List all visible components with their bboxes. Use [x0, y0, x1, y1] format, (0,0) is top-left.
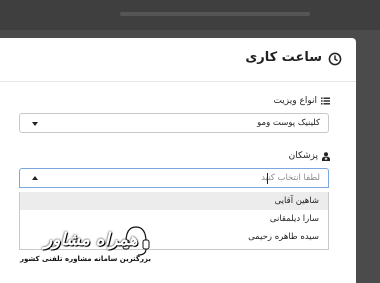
modal-title: ساعت کاری — [245, 50, 322, 65]
doctor-option[interactable]: شاهین آقایی — [20, 192, 328, 210]
visit-type-label-row: انواع ویزیت — [273, 96, 330, 106]
user-doctor-icon — [322, 151, 330, 161]
brand-watermark: همراه مشاور بزرگترین سامانه مشاوره تلفنی… — [20, 218, 160, 268]
background-divider — [120, 12, 310, 16]
brand-tagline: بزرگترین سامانه مشاوره تلفنی کشور — [20, 255, 151, 263]
visit-type-label: انواع ویزیت — [273, 96, 317, 106]
brand-name: همراه مشاور — [44, 230, 138, 250]
clock-icon — [328, 52, 342, 66]
doctors-placeholder: لطفا انتخاب کنید — [261, 173, 320, 183]
modal-header: ساعت کاری — [0, 38, 356, 82]
visit-type-select[interactable]: کلینیک پوست ومو — [19, 113, 329, 133]
doctors-label-row: پزشکان — [289, 151, 330, 161]
background-page-strip — [0, 0, 380, 30]
doctors-label: پزشکان — [288, 151, 318, 161]
list-icon — [321, 97, 330, 105]
caret-down-icon — [32, 122, 38, 126]
text-cursor — [267, 173, 268, 184]
doctors-multiselect[interactable]: لطفا انتخاب کنید — [19, 168, 329, 188]
visit-type-value: کلینیک پوست ومو — [257, 118, 320, 128]
caret-up-icon — [32, 176, 38, 180]
